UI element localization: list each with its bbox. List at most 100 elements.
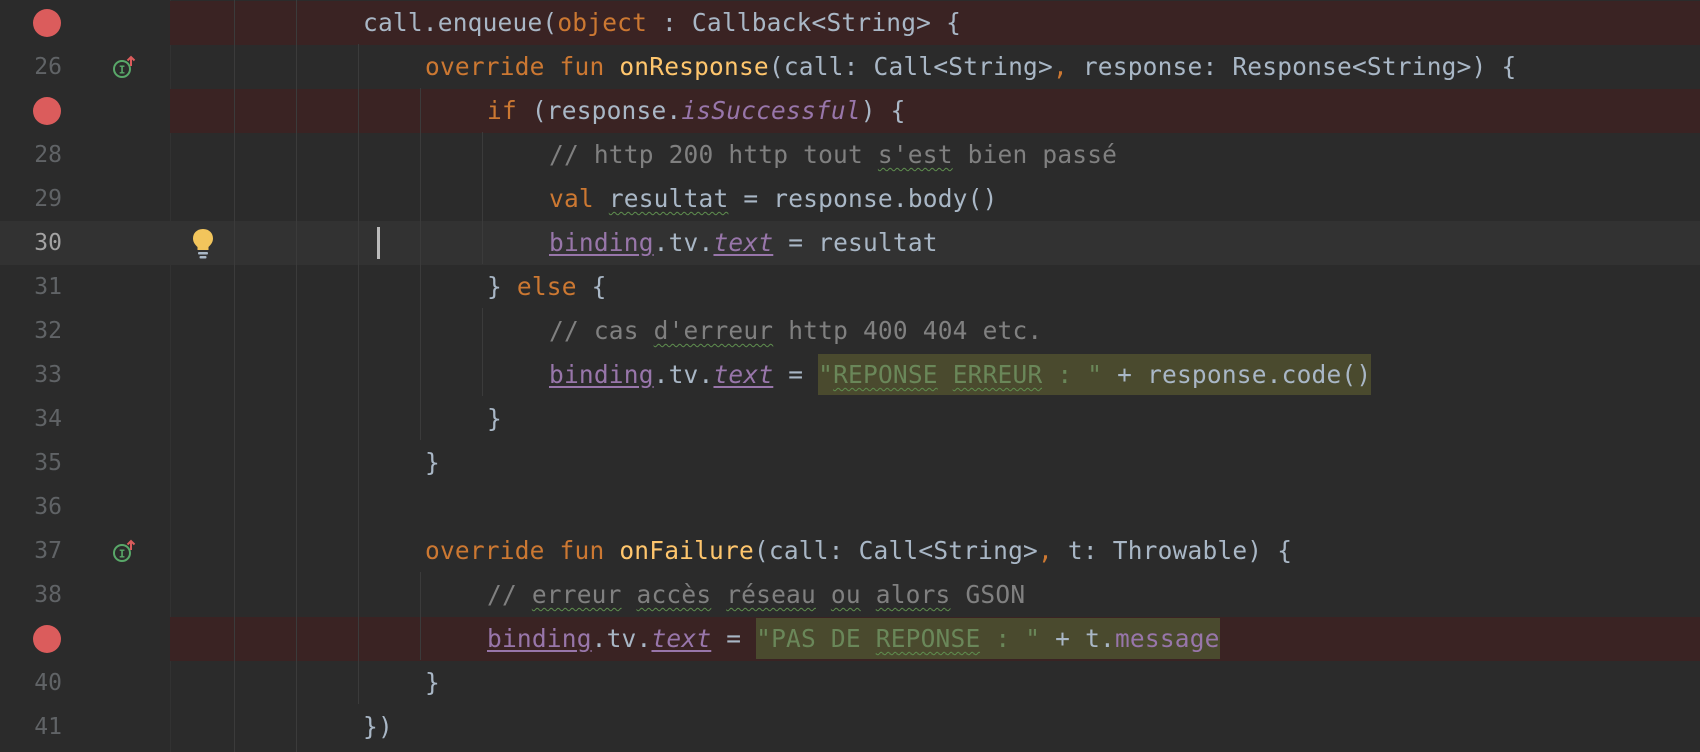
code-token: : ": [1042, 354, 1103, 395]
code-line[interactable]: 34}: [0, 397, 1700, 441]
line-number[interactable]: 36: [0, 485, 62, 529]
code-token: isSuccessful: [681, 96, 861, 125]
code-line-background: [170, 89, 1700, 133]
line-number[interactable]: 41: [0, 705, 62, 749]
implements-method-icon[interactable]: I: [112, 55, 136, 79]
code-text[interactable]: val resultat = response.body(): [549, 177, 998, 221]
implements-method-icon[interactable]: I: [112, 539, 136, 563]
code-token: d'erreur: [653, 316, 774, 345]
line-number[interactable]: 31: [0, 265, 62, 309]
code-text[interactable]: if (response.isSuccessful) {: [487, 89, 906, 133]
indent-guide: [296, 0, 297, 752]
code-token: ,: [1052, 52, 1068, 81]
code-token: http 400 404 etc.: [773, 316, 1043, 345]
line-number[interactable]: 30: [0, 221, 62, 265]
code-token: .tv.: [591, 624, 652, 653]
code-line[interactable]: 32 // cas d'erreur http 400 404 etc.: [0, 309, 1700, 353]
text-caret: [377, 227, 380, 259]
code-token: (call: Call<String>: [753, 536, 1038, 565]
code-line[interactable]: 28 // http 200 http tout s'est bien passé: [0, 133, 1700, 177]
code-token: override fun: [425, 52, 620, 81]
code-token: }: [487, 272, 517, 301]
code-text[interactable]: call.enqueue(object : Callback<String> {: [363, 1, 961, 45]
code-text[interactable]: }: [425, 661, 440, 705]
code-token: t: Throwable) {: [1052, 536, 1293, 565]
code-text[interactable]: // http 200 http tout s'est bien passé: [549, 133, 1117, 177]
code-text[interactable]: binding.tv.text = resultat: [549, 221, 938, 265]
code-text[interactable]: // erreur accès réseau ou alors GSON: [487, 573, 1025, 617]
line-number[interactable]: 26: [0, 45, 62, 89]
breakpoint-icon[interactable]: [33, 97, 61, 125]
code-token: GSON: [950, 580, 1026, 609]
line-number[interactable]: 38: [0, 573, 62, 617]
code-line[interactable]: 38 // erreur accès réseau ou alors GSON: [0, 573, 1700, 617]
line-number[interactable]: 34: [0, 397, 62, 441]
code-line-background: [170, 485, 1700, 529]
line-number[interactable]: 29: [0, 177, 62, 221]
code-token: ,: [1037, 536, 1053, 565]
code-line[interactable]: binding.tv.text = "PAS DE REPONSE : " + …: [0, 617, 1700, 661]
code-line[interactable]: 29 val resultat = response.body(): [0, 177, 1700, 221]
code-token: response: Response<String>) {: [1067, 52, 1517, 81]
code-token: (response.: [516, 96, 682, 125]
code-token: {: [576, 272, 607, 301]
code-line[interactable]: 41}): [0, 705, 1700, 749]
code-token: text: [651, 624, 712, 653]
breakpoint-icon[interactable]: [33, 9, 61, 37]
code-text[interactable]: }: [425, 441, 440, 485]
code-text[interactable]: override fun onFailure(call: Call<String…: [425, 529, 1292, 573]
code-token: call.enqueue(: [363, 8, 558, 37]
line-number[interactable]: 32: [0, 309, 62, 353]
code-token: text: [713, 228, 774, 257]
breakpoint-icon[interactable]: [33, 625, 61, 653]
code-token: : ": [980, 618, 1041, 659]
code-token: }: [487, 404, 502, 433]
code-line[interactable]: 30 binding.tv.text = resultat: [0, 221, 1700, 265]
code-token: binding: [549, 360, 654, 389]
code-text[interactable]: }: [487, 397, 502, 441]
code-line[interactable]: 40}: [0, 661, 1700, 705]
indent-guide: [358, 44, 359, 704]
line-number[interactable]: 35: [0, 441, 62, 485]
line-number[interactable]: 28: [0, 133, 62, 177]
code-token: message: [1114, 618, 1220, 659]
code-line-background: [170, 397, 1700, 441]
code-editor[interactable]: call.enqueue(object : Callback<String> {…: [0, 0, 1700, 752]
code-text[interactable]: binding.tv.text = "REPONSE ERREUR : " + …: [549, 353, 1372, 397]
line-number[interactable]: 40: [0, 661, 62, 705]
indent-guide: [482, 132, 483, 264]
code-line-background: [170, 661, 1700, 705]
code-text[interactable]: // cas d'erreur http 400 404 etc.: [549, 309, 1042, 353]
code-line-background: [170, 705, 1700, 749]
code-token: // cas: [549, 316, 654, 345]
code-line[interactable]: call.enqueue(object : Callback<String> {: [0, 1, 1700, 45]
code-line[interactable]: 36: [0, 485, 1700, 529]
svg-text:I: I: [119, 64, 126, 77]
line-number[interactable]: 33: [0, 353, 62, 397]
lightbulb-icon[interactable]: [190, 227, 216, 259]
code-text[interactable]: override fun onResponse(call: Call<Strin…: [425, 45, 1516, 89]
code-line-background: [170, 265, 1700, 309]
code-token: text: [713, 360, 774, 389]
code-line[interactable]: 26 Ioverride fun onResponse(call: Call<St…: [0, 45, 1700, 89]
code-token: ERREUR: [952, 354, 1043, 395]
code-token: binding: [549, 228, 654, 257]
code-text[interactable]: }): [363, 705, 393, 749]
code-token: + response.code(): [1102, 354, 1372, 395]
code-line[interactable]: 31 } else {: [0, 265, 1700, 309]
code-line-background: [170, 441, 1700, 485]
code-token: REPONSE: [833, 354, 938, 395]
code-text[interactable]: } else {: [487, 265, 607, 309]
code-token: (call: Call<String>: [768, 52, 1053, 81]
code-line[interactable]: 33 binding.tv.text = "REPONSE ERREUR : " …: [0, 353, 1700, 397]
code-token: "PAS DE: [756, 618, 876, 659]
line-number[interactable]: 37: [0, 529, 62, 573]
code-line[interactable]: 37 Ioverride fun onFailure(call: Call<Str…: [0, 529, 1700, 573]
code-line[interactable]: if (response.isSuccessful) {: [0, 89, 1700, 133]
code-text[interactable]: binding.tv.text = "PAS DE REPONSE : " + …: [487, 617, 1220, 661]
code-line[interactable]: 35}: [0, 441, 1700, 485]
code-token: erreur: [531, 580, 622, 609]
